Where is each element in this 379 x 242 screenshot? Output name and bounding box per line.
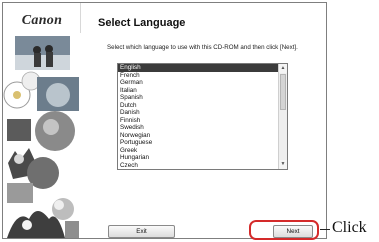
language-list: English French German Italian Spanish Dutch Da… <box>118 64 278 169</box>
list-scrollbar[interactable]: ▲ ▼ <box>278 64 287 169</box>
language-option[interactable]: Hungarian <box>118 154 278 162</box>
scroll-up-arrow-icon[interactable]: ▲ <box>279 64 287 73</box>
side-panel: Canon <box>3 3 81 238</box>
language-option[interactable]: Czech <box>118 162 278 170</box>
language-option[interactable]: Portuguese <box>118 139 278 147</box>
callout-line <box>320 229 330 230</box>
language-option[interactable]: Finnish <box>118 117 278 125</box>
installer-window: Canon Select Language Select which langu… <box>2 2 327 239</box>
language-option[interactable]: Danish <box>118 109 278 117</box>
next-button-highlight <box>249 220 319 240</box>
scroll-down-arrow-icon[interactable]: ▼ <box>279 160 287 169</box>
scroll-thumb[interactable] <box>280 74 286 110</box>
instruction-text: Select which language to use with this C… <box>107 44 298 51</box>
language-option[interactable]: Greek <box>118 147 278 155</box>
language-option[interactable]: Dutch <box>118 102 278 110</box>
language-option[interactable]: Spanish <box>118 94 278 102</box>
language-listbox[interactable]: English French German Italian Spanish Dutch Da… <box>117 63 288 170</box>
language-option[interactable]: Swedish <box>118 124 278 132</box>
canon-logo: Canon <box>21 13 63 28</box>
language-option[interactable]: Norwegian <box>118 132 278 140</box>
exit-button[interactable]: Exit <box>108 225 175 238</box>
language-option[interactable]: French <box>118 72 278 80</box>
click-callout-label: Click <box>332 219 367 236</box>
language-option[interactable]: Italian <box>118 87 278 95</box>
language-option[interactable]: German <box>118 79 278 87</box>
language-option[interactable]: English <box>118 64 278 72</box>
photo-collage <box>3 33 81 238</box>
page-title: Select Language <box>98 17 186 29</box>
